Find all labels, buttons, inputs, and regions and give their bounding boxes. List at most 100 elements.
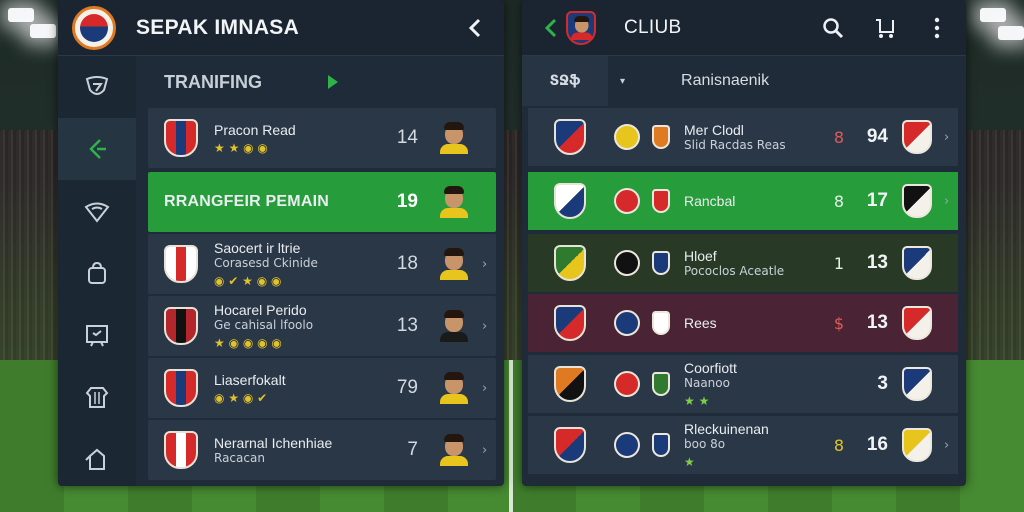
- player-subtitle: Racacan: [214, 450, 265, 465]
- player-row[interactable]: Saocert ir ltrie Corasesd Ckinide ◉ ✔ ★ ◉ …: [148, 234, 496, 294]
- club-badge-icon: [614, 124, 640, 150]
- sidebar-item-bag[interactable]: [58, 242, 136, 304]
- club-name: Coorfiott: [684, 360, 737, 376]
- club-row[interactable]: Mer Clodl Slid Racdas Reas 8 94 ›: [528, 108, 958, 166]
- tab-filter[interactable]: ՏՋֆ: [522, 56, 608, 106]
- player-row[interactable]: Liaserfokalt ◉ ★ ◉ ✔ 79 ›: [148, 358, 496, 418]
- club-badge-icon: [614, 371, 640, 397]
- club-info: Rancbal: [684, 193, 824, 209]
- floodlight: [8, 8, 34, 22]
- club-badge-icon: [614, 250, 640, 276]
- player-info: Saocert ir ltrie Corasesd Ckinide ◉ ✔ ★ ◉ …: [214, 240, 374, 288]
- club-rating: 94: [866, 126, 888, 147]
- club-name: Rleckuinenan: [684, 421, 769, 437]
- chevron-left-icon[interactable]: [460, 13, 490, 43]
- club-rating: 17: [866, 190, 888, 211]
- search-icon[interactable]: [818, 13, 848, 43]
- opponent-crest-icon: [902, 306, 932, 340]
- cart-icon[interactable]: [870, 13, 900, 43]
- left-header: SEPAK IMNASA: [58, 0, 504, 56]
- player-name: Liaserfokalt: [214, 371, 286, 388]
- player-rating: 18: [396, 253, 418, 274]
- opponent-crest-icon: [902, 428, 932, 462]
- tactics-icon: [89, 139, 106, 159]
- more-vertical-icon[interactable]: [922, 13, 952, 43]
- player-name: Saocert ir ltrie: [214, 240, 301, 256]
- opponent-crest-icon: [902, 367, 932, 401]
- sidebar-item-badge[interactable]: [58, 180, 136, 242]
- club-row[interactable]: Rees $13: [528, 294, 958, 352]
- sidebar-item-board[interactable]: [58, 304, 136, 366]
- chevron-right-icon[interactable]: ›: [482, 381, 496, 396]
- club-crest-icon: [554, 366, 586, 402]
- attribute-icons: ★ ★: [684, 394, 710, 408]
- club-crest-icon: [554, 305, 586, 341]
- opponent-crest-icon: [902, 246, 932, 280]
- club-name: Rancbal: [684, 193, 736, 209]
- opponent-crest-icon: [902, 120, 932, 154]
- chevron-right-icon[interactable]: ›: [944, 438, 958, 453]
- player-rating: 79: [396, 377, 418, 398]
- chevron-down-icon[interactable]: ▾: [620, 76, 625, 87]
- player-avatar: [440, 248, 468, 280]
- player-row[interactable]: Nerarnal Ichenhiae Racacan 7 ›: [148, 420, 496, 480]
- player-avatar: [440, 372, 468, 404]
- player-name: Pracon Read: [214, 121, 296, 138]
- club-row[interactable]: Rleckuinenan boo 8o ★ 8 16 ›: [528, 416, 958, 474]
- player-row[interactable]: Hocarel Perido Ge cahisal lfoolo ★ ◉ ◉ ◉ ◉…: [148, 296, 496, 356]
- club-badge-icon: [614, 310, 640, 336]
- club-info: Coorfiott Naanoo ★ ★: [684, 360, 824, 408]
- club-name: Hloef: [684, 247, 717, 264]
- player-avatar: [440, 310, 468, 342]
- sidebar-item-shield[interactable]: [58, 56, 136, 118]
- club-stat: 8: [833, 191, 845, 211]
- floodlight: [30, 24, 56, 38]
- club-shield-icon: [652, 125, 670, 149]
- club-stat: $: [833, 313, 845, 333]
- pitch-line: [509, 360, 513, 512]
- club-info: Hloef Pococlos Aceatle: [684, 248, 824, 279]
- club-name: Mer Clodl: [684, 121, 744, 138]
- club-row[interactable]: Hloef Pococlos Aceatle 1 13: [528, 234, 958, 292]
- flag-icon: [85, 448, 105, 470]
- attribute-icons: ◉ ✔ ★ ◉ ◉: [214, 274, 282, 288]
- club-logo[interactable]: [72, 5, 116, 50]
- sidebar-item-jersey[interactable]: [58, 366, 136, 428]
- right-panel: CLIUB ՏՋֆ ▾ Ranisnaenik Mer Clodl Slid Ra…: [522, 0, 966, 486]
- play-icon[interactable]: [328, 75, 338, 89]
- chevron-right-icon[interactable]: ›: [944, 194, 958, 209]
- club-subtitle: Slid Racdas Reas: [684, 137, 786, 152]
- club-crest-icon: [566, 10, 596, 45]
- club-rating: 13: [866, 252, 888, 273]
- club-crest-icon: [554, 427, 586, 463]
- club-subtitle: Naanoo: [684, 376, 730, 390]
- club-row[interactable]: Rancbal 8 17 ›: [528, 172, 958, 230]
- left-title: SEPAK IMNASA: [136, 15, 300, 39]
- chevron-right-icon[interactable]: ›: [482, 443, 496, 458]
- right-header: CLIUB: [522, 0, 966, 56]
- club-shield-icon: [652, 433, 670, 457]
- club-crest-icon: [554, 119, 586, 155]
- player-rating: 7: [407, 439, 418, 460]
- player-info: RRANGFEIR PEMAIN: [164, 194, 374, 210]
- player-info: Hocarel Perido Ge cahisal lfoolo ★ ◉ ◉ ◉ ◉: [214, 302, 374, 350]
- player-info: Liaserfokalt ◉ ★ ◉ ✔: [214, 372, 374, 405]
- club-shield-icon: [652, 311, 670, 335]
- attribute-icons: ★ ◉ ◉ ◉ ◉: [214, 336, 282, 350]
- player-name: RRANGFEIR PEMAIN: [164, 193, 329, 210]
- player-info: Pracon Read ★ ★ ◉ ◉: [214, 122, 374, 155]
- player-row[interactable]: RRANGFEIR PEMAIN 19: [148, 172, 496, 232]
- chevron-right-icon[interactable]: ›: [482, 319, 496, 334]
- chevron-left-icon[interactable]: [536, 13, 566, 43]
- left-content: TRANIFING Pracon Read ★ ★ ◉ ◉ 14 RRANGFEIR …: [148, 56, 496, 486]
- right-title: CLIUB: [624, 16, 682, 38]
- player-row[interactable]: Pracon Read ★ ★ ◉ ◉ 14: [148, 108, 496, 168]
- club-subtitle: boo 8o: [684, 437, 726, 451]
- sidebar-item-flag[interactable]: [58, 428, 136, 486]
- chevron-right-icon[interactable]: ›: [482, 257, 496, 272]
- sidebar-item-tactics[interactable]: [58, 118, 136, 180]
- club-row[interactable]: Coorfiott Naanoo ★ ★ 3: [528, 355, 958, 413]
- attribute-icons: ★: [684, 455, 695, 469]
- club-badge-icon: [614, 188, 640, 214]
- chevron-right-icon[interactable]: ›: [944, 130, 958, 145]
